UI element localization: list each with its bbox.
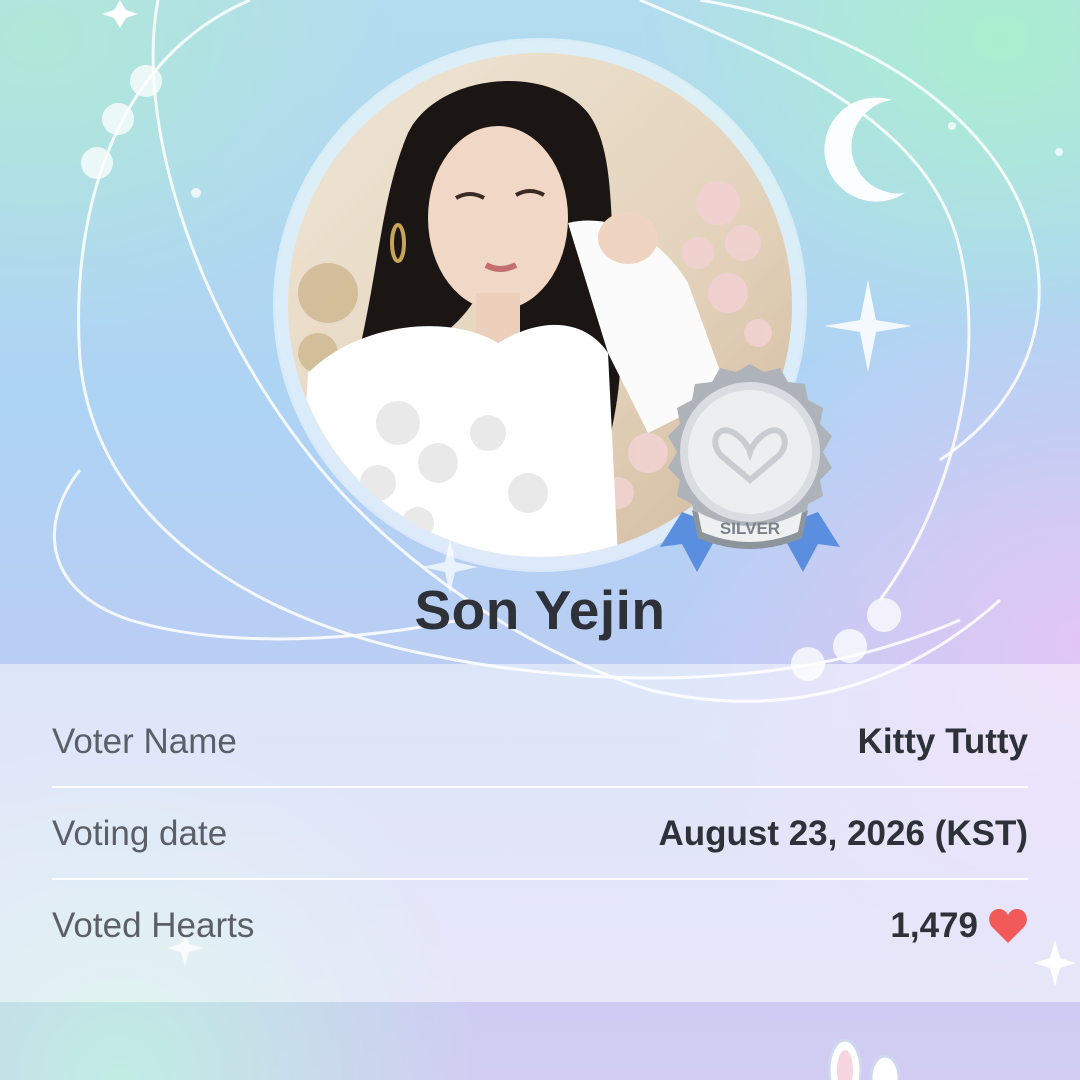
- voting-date-label: Voting date: [52, 814, 228, 853]
- voting-date-value: August 23, 2026 (KST): [658, 814, 1028, 853]
- voted-hearts-value: 1,479: [890, 906, 978, 945]
- badge-label: SILVER: [720, 519, 780, 538]
- voted-hearts-value-group: 1,479: [890, 906, 1028, 946]
- voter-name-label: Voter Name: [52, 722, 237, 761]
- voter-name-value: Kitty Tutty: [857, 722, 1028, 761]
- voter-name-row: Voter Name Kitty Tutty: [52, 696, 1028, 788]
- bunny-mascot-icon: [815, 1030, 925, 1080]
- voted-hearts-label: Voted Hearts: [52, 906, 255, 945]
- voting-date-row: Voting date August 23, 2026 (KST): [52, 788, 1028, 880]
- silver-badge: SILVER: [652, 362, 848, 584]
- voted-hearts-row: Voted Hearts 1,479: [52, 880, 1028, 972]
- vote-details-panel: Voter Name Kitty Tutty Voting date Augus…: [0, 664, 1080, 1002]
- artist-name: Son Yejin: [414, 579, 666, 641]
- voting-certificate: SILVER Son Yejin Voter Name Kitty Tutty …: [0, 0, 1080, 1080]
- heart-icon: [988, 908, 1028, 944]
